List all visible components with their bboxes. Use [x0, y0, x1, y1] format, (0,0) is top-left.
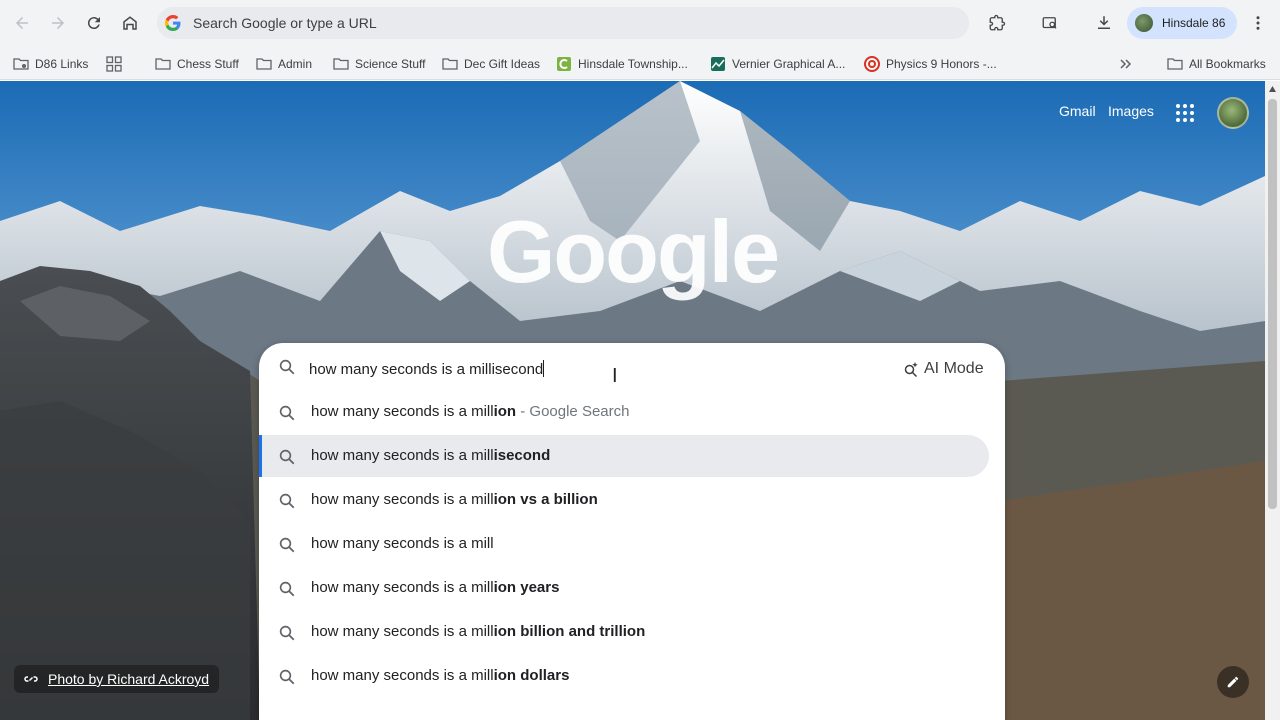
- bookmark-dec-gift-ideas[interactable]: Dec Gift Ideas: [442, 54, 540, 74]
- reload-button[interactable]: [78, 7, 110, 39]
- link-icon: [24, 676, 38, 682]
- bookmark-apps[interactable]: [106, 54, 128, 74]
- scroll-up-icon: [1269, 86, 1276, 92]
- suggestion-item-selected[interactable]: how many seconds is a millisecond: [259, 435, 1005, 479]
- search-icon: [279, 625, 295, 641]
- gear-folder-icon: [13, 56, 29, 72]
- folder-icon: [256, 56, 272, 72]
- page-scrollbar[interactable]: [1265, 81, 1280, 720]
- images-link[interactable]: Images: [1108, 103, 1154, 119]
- ai-mode-label: AI Mode: [924, 360, 984, 377]
- puzzle-icon: [989, 14, 1006, 31]
- bookmark-label: D86 Links: [35, 57, 89, 71]
- suggestion-item[interactable]: how many seconds is a million years: [259, 567, 1005, 611]
- site-icon: [556, 56, 572, 72]
- double-chevron-right-icon: [1118, 56, 1134, 72]
- suggestion-item[interactable]: how many seconds is a mill: [259, 523, 1005, 567]
- tab-search-button[interactable]: [1034, 7, 1066, 39]
- profile-avatar: [1135, 14, 1153, 32]
- search-icon: [279, 581, 295, 597]
- bookmarks-bar: D86 Links Chess Stuff Admin Science Stuf…: [0, 46, 1280, 80]
- search-icon: [279, 537, 295, 553]
- extensions-button[interactable]: [981, 7, 1013, 39]
- home-button[interactable]: [114, 7, 146, 39]
- google-homepage: Google Gmail Images Photo by Richard Ack…: [0, 81, 1265, 720]
- menu-button[interactable]: [1242, 7, 1274, 39]
- google-g-icon: [165, 15, 181, 31]
- bookmark-label: Admin: [278, 57, 313, 71]
- browser-toolbar: Search Google or type a URL Hinsdale 86: [0, 0, 1280, 46]
- search-icon: [279, 669, 295, 685]
- bookmark-chess-stuff[interactable]: Chess Stuff: [155, 54, 239, 74]
- google-apps-icon[interactable]: [1175, 103, 1195, 123]
- text-cursor-icon: I: [612, 365, 618, 387]
- download-icon: [1098, 16, 1110, 29]
- omnibox-placeholder: Search Google or type a URL: [193, 15, 377, 31]
- bookmark-hinsdale-township[interactable]: Hinsdale Township...: [556, 54, 688, 74]
- reload-icon: [87, 17, 100, 30]
- photo-credit-link[interactable]: Photo by Richard Ackroyd: [14, 665, 220, 693]
- profile-chip[interactable]: Hinsdale 86: [1127, 7, 1237, 39]
- suggestion-item[interactable]: how many seconds is a million vs a billi…: [259, 479, 1005, 523]
- site-icon: [710, 56, 726, 72]
- all-bookmarks-button[interactable]: All Bookmarks: [1167, 54, 1266, 74]
- downloads-button[interactable]: [1088, 7, 1120, 39]
- bookmarks-overflow-button[interactable]: [1118, 54, 1140, 74]
- search-icon: [279, 359, 295, 375]
- ai-mode-button[interactable]: AI Mode: [894, 355, 992, 383]
- search-input[interactable]: how many seconds is a millisecond AI Mod…: [259, 343, 1005, 391]
- forward-arrow-icon: [52, 17, 64, 29]
- bookmark-d86-links[interactable]: D86 Links: [13, 54, 88, 74]
- folder-icon: [155, 56, 171, 72]
- search-query-text: how many seconds is a millisecond: [309, 360, 545, 378]
- photo-credit-text: Photo by Richard Ackroyd: [48, 671, 210, 687]
- search-icon: [279, 449, 295, 465]
- bookmark-vernier[interactable]: Vernier Graphical A...: [710, 54, 845, 74]
- customize-button[interactable]: [1217, 666, 1249, 698]
- bookmark-label: Physics 9 Honors -...: [886, 57, 997, 71]
- address-bar[interactable]: Search Google or type a URL: [157, 7, 969, 39]
- profile-name: Hinsdale 86: [1162, 16, 1226, 30]
- bookmark-admin[interactable]: Admin: [256, 54, 312, 74]
- back-button[interactable]: [6, 7, 38, 39]
- search-dropdown: how many seconds is a millisecond AI Mod…: [259, 343, 1005, 720]
- more-vert-icon: [1256, 16, 1260, 30]
- forward-button[interactable]: [42, 7, 74, 39]
- apps-grid-icon: [106, 56, 122, 72]
- site-icon: [864, 56, 880, 72]
- scrollbar-thumb[interactable]: [1268, 99, 1277, 509]
- gmail-link[interactable]: Gmail: [1059, 103, 1096, 119]
- suggestion-item[interactable]: how many seconds is a million dollars: [259, 655, 1005, 699]
- tab-search-icon: [1042, 17, 1057, 29]
- bookmark-science-stuff[interactable]: Science Stuff: [333, 54, 426, 74]
- back-arrow-icon: [16, 17, 28, 29]
- pencil-icon: [1227, 676, 1239, 688]
- google-logo: Google: [486, 202, 780, 301]
- home-icon: [123, 16, 137, 30]
- bookmark-label: Science Stuff: [355, 57, 426, 71]
- suggestion-item[interactable]: how many seconds is a million billion an…: [259, 611, 1005, 655]
- bookmark-physics-9-honors[interactable]: Physics 9 Honors -...: [864, 54, 997, 74]
- search-icon: [279, 405, 295, 421]
- bookmark-label: Dec Gift Ideas: [464, 57, 541, 71]
- folder-icon: [1167, 56, 1183, 72]
- search-icon: [279, 493, 295, 509]
- folder-icon: [442, 56, 458, 72]
- bookmark-label: Hinsdale Township...: [578, 57, 688, 71]
- suggestion-item[interactable]: how many seconds is a million - Google S…: [259, 391, 1005, 435]
- folder-icon: [333, 56, 349, 72]
- bookmark-label: Vernier Graphical A...: [732, 57, 846, 71]
- bookmark-label: All Bookmarks: [1189, 57, 1266, 71]
- account-avatar[interactable]: [1217, 97, 1249, 129]
- bookmark-label: Chess Stuff: [177, 57, 239, 71]
- ai-search-sparkle-icon: [904, 362, 918, 377]
